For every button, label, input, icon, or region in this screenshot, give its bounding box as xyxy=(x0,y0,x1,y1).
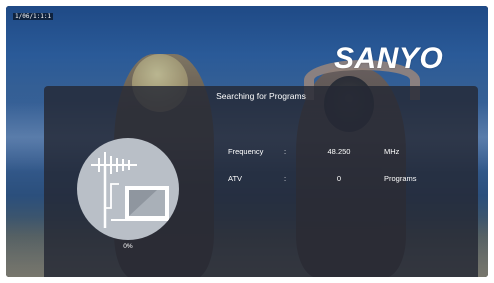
frequency-value: 48.250 xyxy=(327,147,351,156)
frequency-unit: MHz xyxy=(384,147,400,156)
channel-scan-panel: Searching for Programs 0% Frequency: 48… xyxy=(44,86,478,277)
atv-unit: Programs xyxy=(384,174,417,183)
corner-timecode: 1/06/1:1:1 xyxy=(13,13,54,20)
antenna-tv-icon xyxy=(91,152,169,228)
frequency-separator: : xyxy=(284,147,287,156)
atv-count: 0 xyxy=(336,174,342,183)
antenna-graphic xyxy=(77,138,179,240)
brand-logo: SANYO xyxy=(334,42,444,75)
panel-title: Searching for Programs xyxy=(216,91,306,101)
progress-percent: 0% xyxy=(123,243,133,250)
atv-label: ATV xyxy=(228,174,243,183)
frequency-label: Frequency xyxy=(228,147,264,156)
tv-screen: 1/06/1:1:1 SANYO Searching for Programs xyxy=(6,6,488,277)
atv-separator: : xyxy=(284,174,287,183)
